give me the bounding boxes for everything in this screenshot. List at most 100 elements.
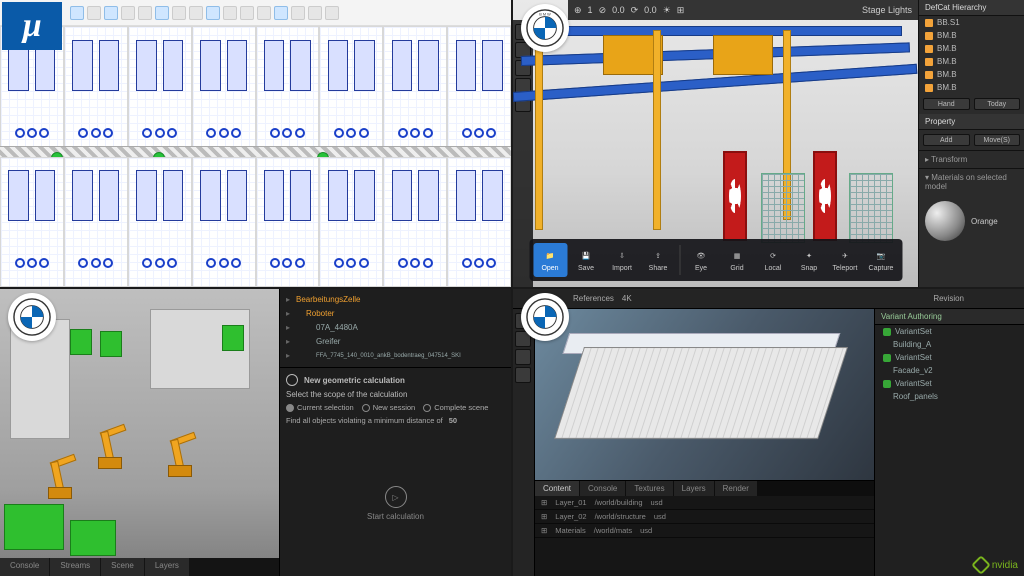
ribbon-button[interactable] (291, 6, 305, 20)
import-button[interactable]: ⇩Import (605, 243, 639, 277)
tb-item[interactable]: ⟳ (631, 5, 639, 16)
visibility-icon[interactable] (925, 58, 933, 66)
tb-item[interactable]: 1 (588, 5, 593, 15)
tree-node[interactable]: 07A_4480A (286, 321, 505, 335)
visibility-icon[interactable] (925, 19, 933, 27)
content-row[interactable]: ⊞Layer_01/world/buildingusd (535, 496, 874, 510)
ribbon-button[interactable] (121, 6, 135, 20)
tree-node[interactable]: Roboter (286, 307, 505, 321)
save-button[interactable]: 💾Save (569, 243, 603, 277)
ribbon-button[interactable] (70, 6, 84, 20)
tab-textures[interactable]: Textures (626, 481, 672, 496)
share-button[interactable]: ⇪Share (641, 243, 675, 277)
tb-item[interactable]: 0.0 (644, 5, 657, 15)
section-transform[interactable]: ▸ Transform (919, 150, 1024, 168)
tab-streams[interactable]: Streams (50, 558, 100, 576)
start-calculation[interactable]: ▷ Start calculation (280, 431, 511, 576)
editor-bottom-panel[interactable]: Content Console Textures Layers Render ⊞… (535, 480, 874, 576)
variant-item[interactable]: VariantSet (875, 351, 1024, 364)
menu-references[interactable]: References (573, 294, 614, 303)
revision-label[interactable]: Revision (933, 294, 964, 303)
hierarchy-item[interactable]: BM.B (919, 55, 1024, 68)
visibility-icon[interactable] (925, 71, 933, 79)
editor-menubar[interactable]: References 4K Revision (513, 289, 1024, 309)
snap-button[interactable]: ✦Snap (792, 243, 826, 277)
tb-item[interactable]: ⊕ (574, 5, 582, 16)
radio-current[interactable]: Current selection (286, 403, 354, 412)
variant-item[interactable]: VariantSet (875, 325, 1024, 338)
play-icon[interactable]: ▷ (385, 486, 407, 508)
cad-ribbon-toolbar[interactable] (0, 0, 511, 26)
hierarchy-item[interactable]: BM.B (919, 29, 1024, 42)
tab-hand[interactable]: Hand (923, 98, 970, 110)
tree-node[interactable]: FFA_7745_140_0010_ankB_bodentraeg_047514… (286, 349, 505, 363)
ribbon-button[interactable] (104, 6, 118, 20)
teleport-button[interactable]: ✈Teleport (828, 243, 862, 277)
editor-left-rail[interactable] (513, 309, 535, 576)
scope-radios[interactable]: Current selection New session Complete s… (286, 403, 505, 412)
tb-item[interactable]: ⊘ (599, 5, 607, 16)
variant-panel[interactable]: Variant Authoring VariantSet Building_A … (874, 309, 1024, 576)
variant-item[interactable]: Roof_panels (875, 390, 1024, 403)
move-button[interactable]: Move(S) (974, 134, 1021, 146)
tb-item[interactable]: 0.0 (612, 5, 625, 15)
ribbon-button[interactable] (138, 6, 152, 20)
tab-today[interactable]: Today (974, 98, 1021, 110)
radio-complete[interactable]: Complete scene (423, 403, 488, 412)
section-materials[interactable]: ▾ Materials on selected model (919, 168, 1024, 195)
cad-drawing-canvas[interactable] (0, 26, 511, 287)
open-button[interactable]: 📁Open (533, 243, 567, 277)
visibility-icon[interactable] (925, 45, 933, 53)
ribbon-button[interactable] (172, 6, 186, 20)
ribbon-button[interactable] (223, 6, 237, 20)
variant-item[interactable]: Building_A (875, 338, 1024, 351)
tree-node[interactable]: Greifer (286, 335, 505, 349)
ribbon-button[interactable] (189, 6, 203, 20)
visibility-icon[interactable] (925, 84, 933, 92)
hierarchy-item[interactable]: BM.B (919, 68, 1024, 81)
content-row[interactable]: ⊞Materials/world/matsusd (535, 524, 874, 538)
capture-button[interactable]: 📷Capture (864, 243, 898, 277)
tab-layers[interactable]: Layers (674, 481, 714, 496)
content-row[interactable]: ⊞Layer_02/world/structureusd (535, 510, 874, 524)
menu-4k[interactable]: 4K (622, 294, 632, 303)
rail-button[interactable] (515, 349, 531, 365)
ribbon-button[interactable] (240, 6, 254, 20)
ribbon-button[interactable] (274, 6, 288, 20)
ribbon-button[interactable] (325, 6, 339, 20)
viewport-top-toolbar[interactable]: ⊕ 1 ⊘ 0.0 ⟳ 0.0 ☀ ⊞ Stage Lights (568, 0, 918, 20)
add-button[interactable]: Add (923, 134, 970, 146)
viewport-tabs[interactable]: Console Streams Scene Layers (0, 558, 279, 576)
grid-button[interactable]: ▦Grid (720, 243, 754, 277)
ribbon-button[interactable] (206, 6, 220, 20)
tab-scene[interactable]: Scene (101, 558, 144, 576)
slider-value[interactable]: 50 (449, 416, 457, 425)
tree-node[interactable]: BearbeitungsZelle (286, 293, 505, 307)
local-button[interactable]: ⟳Local (756, 243, 790, 277)
hierarchy-item[interactable]: BM.B (919, 42, 1024, 55)
radio-new[interactable]: New session (362, 403, 416, 412)
eye-button[interactable]: 👁Eye (684, 243, 718, 277)
viewport-bottom-toolbar[interactable]: 📁Open 💾Save ⇩Import ⇪Share 👁Eye ▦Grid ⟳L… (529, 239, 902, 281)
material-preview-sphere[interactable] (925, 201, 965, 241)
ribbon-button[interactable] (87, 6, 101, 20)
hierarchy-item[interactable]: BB.S1 (919, 16, 1024, 29)
hierarchy-panel[interactable]: DefCat Hierarchy BB.S1 BM.B BM.B BM.B BM… (918, 0, 1024, 287)
tab-console[interactable]: Console (0, 558, 49, 576)
variant-item[interactable]: Facade_v2 (875, 364, 1024, 377)
tb-item[interactable]: ☀ (663, 5, 671, 16)
variant-item[interactable]: VariantSet (875, 377, 1024, 390)
tab-render[interactable]: Render (715, 481, 757, 496)
tab-content[interactable]: Content (535, 481, 579, 496)
calculation-panel[interactable]: BearbeitungsZelle Roboter 07A_4480A Grei… (279, 289, 511, 576)
visibility-icon[interactable] (925, 32, 933, 40)
scene-tree[interactable]: BearbeitungsZelle Roboter 07A_4480A Grei… (280, 289, 511, 367)
ribbon-button[interactable] (308, 6, 322, 20)
tb-item[interactable]: ⊞ (677, 5, 685, 16)
ribbon-button[interactable] (155, 6, 169, 20)
rail-button[interactable] (515, 367, 531, 383)
viewport-3d[interactable]: ⊕ 1 ⊘ 0.0 ⟳ 0.0 ☀ ⊞ Stage Lights (513, 0, 918, 287)
ribbon-button[interactable] (257, 6, 271, 20)
tab-console[interactable]: Console (580, 481, 625, 496)
tab-layers[interactable]: Layers (145, 558, 189, 576)
